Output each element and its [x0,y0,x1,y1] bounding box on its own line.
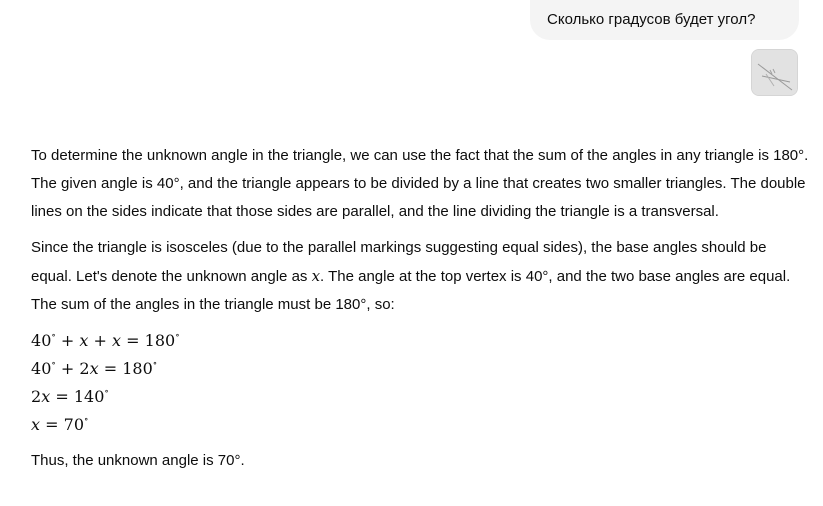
equation-block: 40∘ + x + x = 180∘ 40∘ + 2x = 180∘ 2x = … [31,327,811,439]
answer-paragraph-1: To determine the unknown angle in the tr… [31,147,809,220]
equation-line-2: 40∘ + 2x = 180∘ [31,359,158,378]
assistant-answer: To determine the unknown angle in the tr… [31,142,811,483]
triangle-photo-icon [752,50,797,95]
answer-paragraph-2: Since the triangle is isosceles (due to … [31,234,811,319]
equation-line-1: 40∘ + x + x = 180∘ [31,331,180,350]
equation-line-3: 2x = 140∘ [31,387,109,406]
attached-image-thumbnail[interactable] [751,49,798,96]
answer-conclusion: Thus, the unknown angle is 70°. [31,452,245,469]
user-message-bubble: Сколько градусов будет угол? [530,0,799,40]
user-message-text: Сколько градусов будет угол? [547,11,756,28]
equation-line-4: x = 70∘ [31,415,89,434]
variable-x: x [311,267,321,285]
